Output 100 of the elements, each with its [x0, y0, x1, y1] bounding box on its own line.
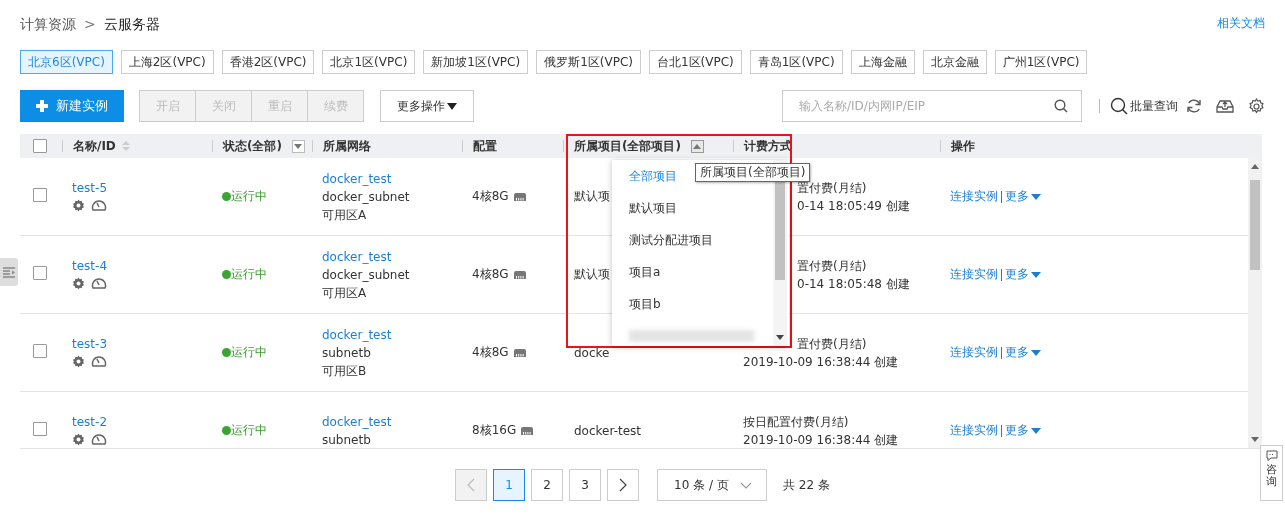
column-header: 配置 [473, 137, 497, 155]
page-button[interactable]: 1 [493, 469, 526, 501]
billing-text: 0-14 18:05:48 创建 [796, 275, 911, 293]
chevron-right-icon[interactable] [619, 478, 628, 492]
filter-dropdown-icon[interactable] [291, 139, 305, 153]
billing-text: 置付费(月结) [796, 335, 868, 353]
gauge-icon[interactable] [91, 432, 107, 446]
scrollbar[interactable] [1248, 158, 1262, 448]
batch-query-button[interactable]: 批量查询 [1110, 97, 1178, 115]
connect-link[interactable]: 连接实例 [950, 188, 998, 205]
memory-chip-icon [520, 425, 535, 436]
region-tab[interactable]: 台北1区(VPC) [648, 50, 742, 74]
connect-link[interactable]: 连接实例 [950, 344, 998, 361]
docs-link[interactable]: 相关文档 [1217, 14, 1265, 32]
region-tab[interactable]: 新加坡1区(VPC) [423, 50, 529, 74]
status-dot [222, 270, 231, 279]
consult-button[interactable]: 咨询 [1260, 445, 1283, 501]
dropdown-option[interactable]: 项目b [612, 288, 789, 320]
breadcrumb-link[interactable]: 计算资源 [20, 16, 76, 34]
status-text: 运行中 [231, 188, 267, 205]
page-button[interactable]: 3 [569, 469, 602, 501]
column-header: 操作 [951, 137, 975, 155]
billing-text: 0-14 18:05:49 创建 [796, 197, 911, 215]
region-tab[interactable]: 北京1区(VPC) [322, 50, 416, 74]
project-text: 默认项 [574, 189, 610, 203]
network-text: subnetb [322, 344, 372, 362]
connect-link[interactable]: 连接实例 [950, 266, 998, 283]
checkbox[interactable] [33, 344, 47, 358]
status-dot [222, 348, 231, 357]
search-icon[interactable] [1054, 99, 1068, 113]
network-link[interactable]: docker_test [322, 247, 462, 266]
region-tab[interactable]: 上海2区(VPC) [120, 50, 214, 74]
gear-icon[interactable] [72, 198, 85, 212]
dropdown-option[interactable]: 默认项目 [612, 192, 789, 224]
billing-text: 置付费(月结) [796, 257, 868, 275]
gauge-icon[interactable] [91, 354, 107, 368]
column-header: 所属项目(全部项目) [574, 137, 681, 155]
filter-dropdown-icon[interactable] [690, 139, 704, 153]
gauge-icon[interactable] [91, 276, 107, 290]
tooltip: 所属项目(全部项目) [695, 163, 811, 182]
caret-icon [1031, 271, 1041, 278]
caret-icon [1031, 349, 1041, 356]
region-tab[interactable]: 北京金融 [922, 50, 987, 74]
project-text: 默认项 [574, 267, 610, 281]
new-instance-button[interactable]: 新建实例 [20, 90, 124, 122]
region-tab[interactable]: 青岛1区(VPC) [749, 50, 843, 74]
instance-link[interactable]: test-3 [72, 337, 212, 351]
gauge-icon[interactable] [91, 198, 107, 212]
config-text: 4核8G [472, 266, 509, 283]
dropdown-option[interactable]: 项目a [612, 256, 789, 288]
cloud-upload-icon[interactable] [1216, 98, 1234, 114]
region-tab[interactable]: 香港2区(VPC) [221, 50, 315, 74]
status-text: 运行中 [231, 422, 267, 439]
checkbox[interactable] [33, 188, 47, 202]
side-panel-toggle[interactable] [0, 258, 18, 286]
network-link[interactable]: docker_test [322, 325, 462, 344]
checkbox[interactable] [33, 266, 47, 280]
search-field[interactable]: 输入名称/ID/内网IP/EIP [782, 90, 1082, 122]
region-tab[interactable]: 广州1区(VPC) [994, 50, 1088, 74]
status-text: 运行中 [231, 266, 267, 283]
page-size-select[interactable]: 10 条 / 页 [657, 469, 768, 501]
more-link[interactable]: 更多 [1005, 344, 1029, 361]
region-tab[interactable]: 俄罗斯1区(VPC) [536, 50, 641, 74]
instance-link[interactable]: test-2 [72, 415, 212, 429]
dropdown-option[interactable]: 测试分配进项目 [612, 224, 789, 256]
page-button[interactable]: 2 [531, 469, 564, 501]
status-text: 运行中 [231, 344, 267, 361]
refresh-icon[interactable] [1186, 98, 1202, 114]
connect-link[interactable]: 连接实例 [950, 422, 998, 439]
search-icon[interactable] [1110, 97, 1128, 115]
network-text: 可用区A [322, 284, 368, 302]
network-link[interactable]: docker_test [322, 412, 462, 431]
more-link[interactable]: 更多 [1005, 188, 1029, 205]
memory-chip-icon [512, 347, 527, 358]
gear-icon[interactable] [72, 432, 85, 446]
gear-icon[interactable] [72, 276, 85, 290]
breadcrumb-separator: > [84, 16, 96, 34]
checkbox[interactable] [33, 139, 47, 153]
caret-icon [1031, 427, 1041, 434]
chevron-down-icon [740, 481, 753, 489]
instance-link[interactable]: test-4 [72, 259, 212, 273]
network-link[interactable]: docker_test [322, 169, 462, 188]
instance-link[interactable]: test-5 [72, 181, 212, 195]
settings-icon[interactable] [1248, 97, 1265, 115]
network-text: subnetb [322, 431, 372, 448]
more-link[interactable]: 更多 [1005, 422, 1029, 439]
plus-icon [36, 100, 48, 112]
more-actions-button[interactable]: 更多操作 [380, 90, 474, 122]
region-tab[interactable]: 上海金融 [850, 50, 915, 74]
region-tab[interactable]: 北京6区(VPC) [20, 50, 113, 74]
checkbox[interactable] [33, 422, 47, 436]
config-text: 8核16G [472, 422, 517, 439]
network-text: 可用区A [322, 206, 368, 224]
billing-text: 按日配置付费(月结) [743, 413, 850, 431]
total-count: 共 22 条 [783, 476, 830, 494]
billing-text: 2019-10-09 16:38:44 创建 [743, 353, 900, 371]
gear-icon[interactable] [72, 354, 85, 368]
caret-icon [447, 102, 457, 110]
billing-text: 2019-10-09 16:38:44 创建 [743, 431, 900, 448]
more-link[interactable]: 更多 [1005, 266, 1029, 283]
